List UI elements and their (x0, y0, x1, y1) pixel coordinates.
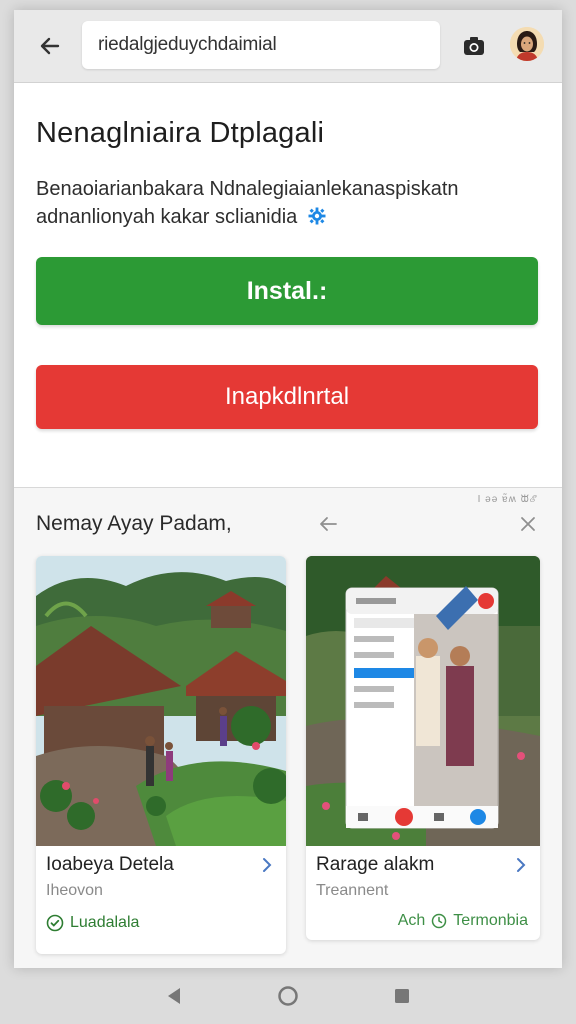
clock-icon (432, 913, 447, 929)
uninstall-button[interactable]: Inapkdlnrtal (36, 365, 538, 429)
app-card[interactable]: Ioabeya Detela Iheovon Luadalala (36, 556, 286, 954)
phone-screen: riedalgjeduychdaimial Nenaglniaira Dtpla… (14, 10, 562, 968)
system-nav-bar (0, 968, 576, 1024)
back-button[interactable] (34, 30, 66, 62)
app-name: Ioabeya Detela (46, 854, 174, 875)
app-subtitle: Treannent (316, 882, 389, 899)
app-subtitle: Iheovon (46, 882, 103, 899)
status-bar-text: I ǝǝ ɐ̃ʍ ᙔℰ (477, 494, 538, 505)
app-footer: Ach Termonbia (398, 912, 528, 930)
install-button-label: Instal.: (246, 276, 328, 305)
nav-recents-button[interactable] (389, 983, 415, 1009)
browser-toolbar: riedalgjeduychdaimial (14, 10, 562, 83)
close-icon (521, 517, 535, 531)
uninstall-button-label: Inapkdlnrtal (224, 383, 350, 410)
app-card[interactable]: Rarage alakm Treannent Ach Termonbia (306, 556, 540, 940)
app-thumbnail-phone-scene (306, 556, 540, 846)
app-name: Rarage alakm (316, 854, 435, 875)
app-thumbnail-village (36, 556, 286, 846)
user-avatar[interactable] (510, 27, 544, 61)
chevron-right-icon[interactable] (258, 856, 276, 874)
nav-home-icon (278, 986, 298, 1006)
dialog-description: Benaoiarianbakara Ndnalegiaianlekanaspis… (36, 175, 536, 231)
section-close-button[interactable] (514, 512, 542, 536)
nav-recents-icon (395, 989, 409, 1003)
address-bar[interactable]: riedalgjeduychdaimial (82, 21, 440, 69)
camera-button[interactable] (460, 32, 488, 60)
address-text: riedalgjeduychdaimial (98, 34, 277, 55)
camera-icon (464, 37, 484, 55)
arrow-left-icon (40, 37, 60, 55)
nav-back-button[interactable] (161, 983, 187, 1009)
chevron-right-icon[interactable] (512, 856, 530, 874)
arrow-left-icon (320, 517, 337, 531)
related-apps-section: I ǝǝ ɐ̃ʍ ᙔℰ Nemay Ayay Padam, Ioabeya De… (14, 487, 562, 968)
nav-back-icon (168, 988, 180, 1004)
section-back-button[interactable] (314, 512, 342, 536)
section-title: Nemay Ayay Padam, (36, 512, 232, 535)
install-dialog: Nenaglniaira Dtplagali Benaoiarianbakara… (14, 83, 562, 487)
dialog-description-text: Benaoiarianbakara Ndnalegiaianlekanaspis… (36, 178, 459, 228)
gear-icon (308, 207, 326, 225)
app-footer-left: Ach (397, 912, 426, 929)
app-footer-right: Termonbia (453, 912, 528, 929)
dialog-title: Nenaglniaira Dtplagali (36, 117, 325, 149)
check-circle-icon (46, 914, 64, 932)
install-button[interactable]: Instal.: (36, 257, 538, 325)
app-status-label: Luadalala (70, 914, 140, 931)
avatar-image (510, 27, 544, 61)
nav-home-button[interactable] (275, 983, 301, 1009)
app-status: Luadalala (46, 914, 139, 932)
